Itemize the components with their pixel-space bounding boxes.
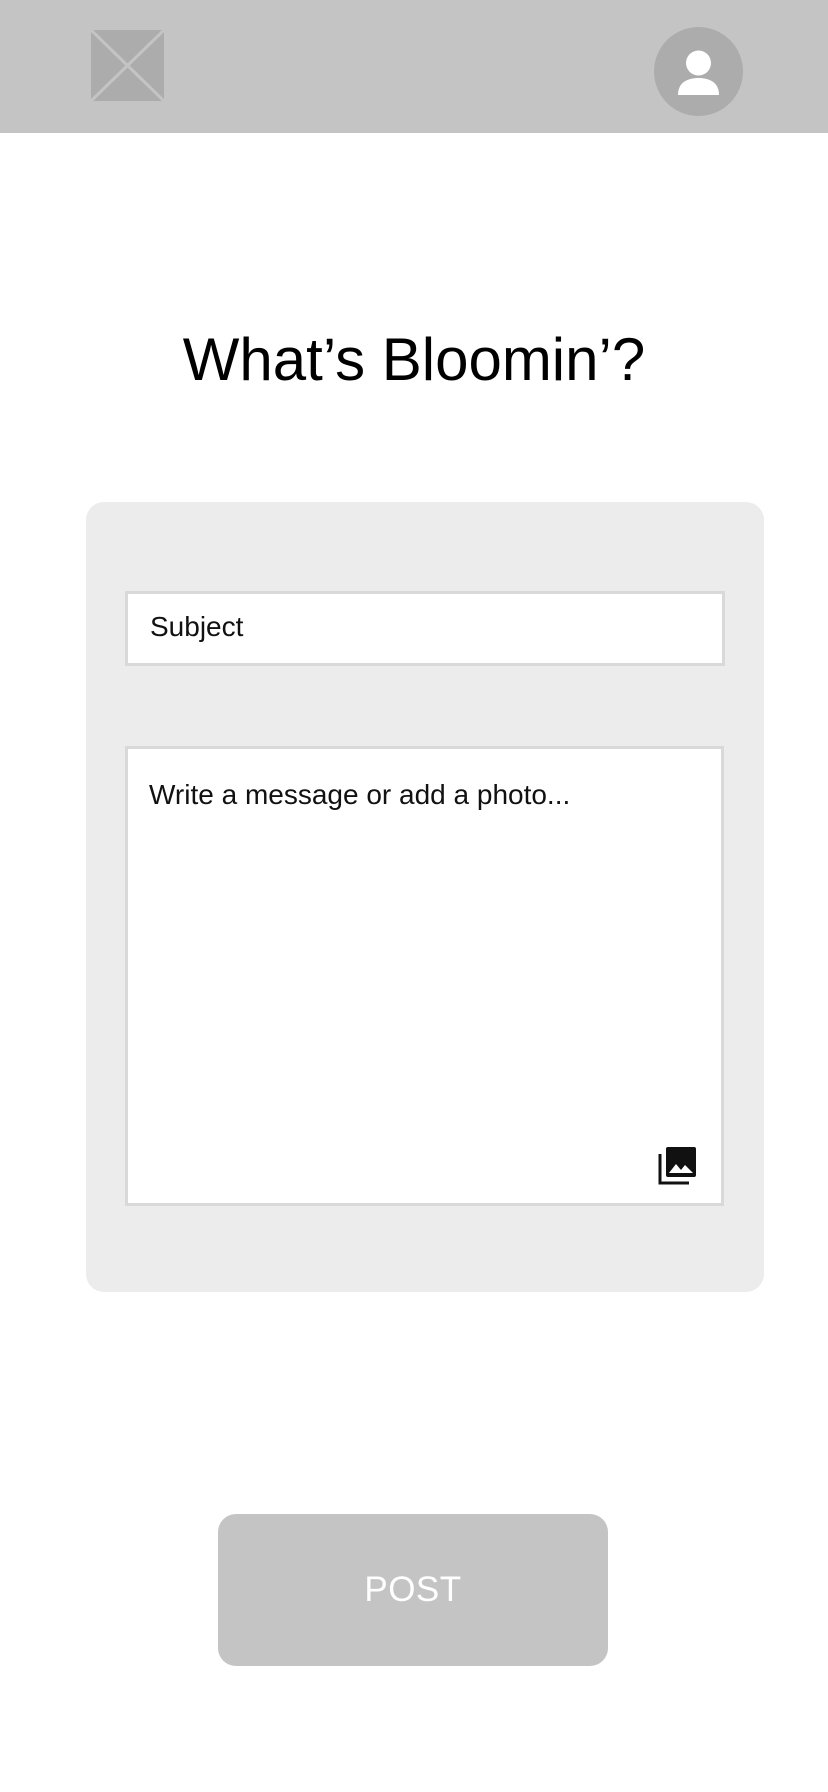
message-field[interactable] — [125, 746, 724, 1206]
post-button[interactable]: POST — [218, 1514, 608, 1666]
photo-library-icon[interactable] — [658, 1145, 698, 1185]
user-icon — [678, 50, 719, 95]
app-header — [0, 0, 828, 133]
image-placeholder-icon[interactable] — [89, 28, 166, 103]
subject-field[interactable] — [125, 591, 725, 666]
page-title: What’s Bloomin’? — [182, 326, 646, 393]
avatar[interactable] — [654, 27, 743, 116]
message-input[interactable] — [128, 749, 721, 1203]
subject-input[interactable] — [128, 594, 722, 663]
